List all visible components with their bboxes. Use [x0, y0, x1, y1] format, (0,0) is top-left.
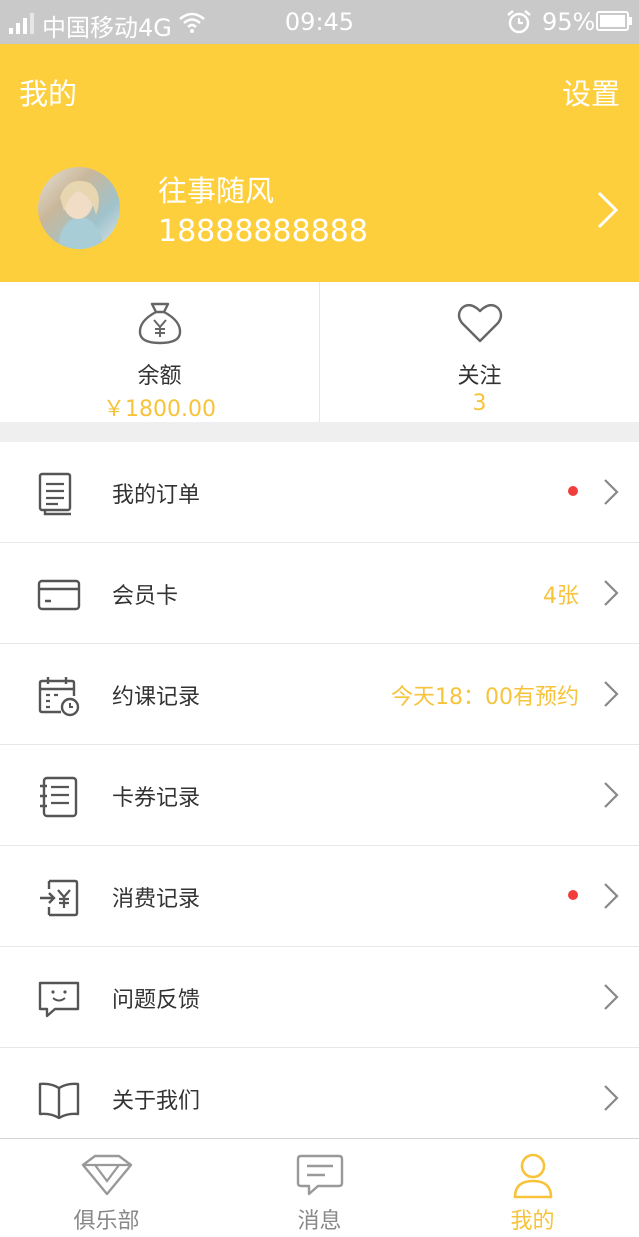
tab-label: 我的: [510, 1209, 555, 1234]
menu-label: 约课记录: [112, 685, 201, 710]
follow-label: 关注: [457, 364, 502, 389]
user-name: 往事随风: [158, 174, 275, 208]
status-bar: 中国移动4G 09:45 95%: [0, 0, 639, 44]
menu-item-coupon-records[interactable]: 卡券记录: [0, 745, 639, 846]
feedback-icon: [38, 981, 80, 1018]
heart-icon: [457, 303, 502, 343]
notification-dot: [568, 486, 578, 496]
chevron-right-icon: [604, 681, 619, 707]
stats-row: 余额 ￥1800.00 关注 3: [0, 282, 639, 422]
message-icon: [296, 1154, 343, 1196]
chevron-right-icon: [604, 984, 619, 1010]
yuan-transfer-icon: [40, 879, 79, 917]
balance-label: 余额: [137, 364, 182, 389]
menu-label: 会员卡: [112, 584, 179, 609]
tab-label: 俱乐部: [73, 1209, 140, 1234]
money-bag-icon: [138, 302, 181, 345]
person-icon: [513, 1153, 552, 1199]
menu-item-class-records[interactable]: 约课记录 今天18：00有预约: [0, 644, 639, 745]
battery-percent: 95%: [542, 8, 596, 36]
tab-label: 消息: [297, 1209, 342, 1234]
stat-balance[interactable]: 余额 ￥1800.00: [0, 282, 319, 422]
document-icon: [38, 472, 72, 516]
menu-label: 问题反馈: [112, 988, 201, 1013]
menu-extra: 今天18：00有预约: [391, 685, 579, 710]
notification-dot: [568, 890, 578, 900]
menu-label: 卡券记录: [112, 786, 201, 811]
book-icon: [38, 1082, 80, 1120]
battery-icon: [596, 11, 632, 31]
menu-label: 我的订单: [112, 483, 201, 508]
menu-extra: 4张: [543, 584, 579, 609]
settings-button[interactable]: 设置: [562, 71, 620, 113]
notebook-icon: [40, 776, 78, 818]
chevron-right-icon: [604, 479, 619, 505]
avatar[interactable]: [38, 167, 120, 249]
menu-item-membership-card[interactable]: 会员卡 4张: [0, 543, 639, 644]
user-phone: 18888888888: [158, 214, 368, 249]
tab-bar: 俱乐部 消息 我的: [0, 1138, 639, 1237]
page-title: 我的: [19, 77, 78, 111]
menu-label: 关于我们: [112, 1089, 201, 1114]
menu-item-about-us[interactable]: 关于我们: [0, 1048, 639, 1144]
card-icon: [37, 579, 81, 611]
follow-value: 3: [472, 391, 487, 416]
menu-item-orders[interactable]: 我的订单: [0, 442, 639, 543]
chevron-right-icon: [604, 782, 619, 808]
chevron-right-icon[interactable]: [596, 190, 620, 230]
profile-header: 我的 设置 往事随风 18888888888: [0, 44, 639, 282]
avatar-image: [58, 180, 104, 249]
chevron-right-icon: [604, 580, 619, 606]
menu-label: 消费记录: [112, 887, 201, 912]
alarm-icon: [507, 10, 531, 34]
stat-follow[interactable]: 关注 3: [319, 282, 639, 422]
tab-mine[interactable]: 我的: [426, 1139, 639, 1237]
chevron-right-icon: [604, 1085, 619, 1111]
tab-messages[interactable]: 消息: [213, 1139, 426, 1237]
menu-list: 我的订单 会员卡 4张 约课记录 今天18：00有预约 卡券记录 消费记录 问题…: [0, 442, 639, 1138]
tab-club[interactable]: 俱乐部: [0, 1139, 213, 1237]
balance-value: ￥1800.00: [103, 397, 216, 422]
menu-item-spending-records[interactable]: 消费记录: [0, 846, 639, 947]
menu-item-feedback[interactable]: 问题反馈: [0, 947, 639, 1048]
diamond-icon: [81, 1154, 132, 1196]
calendar-clock-icon: [38, 677, 80, 717]
chevron-right-icon: [604, 883, 619, 909]
